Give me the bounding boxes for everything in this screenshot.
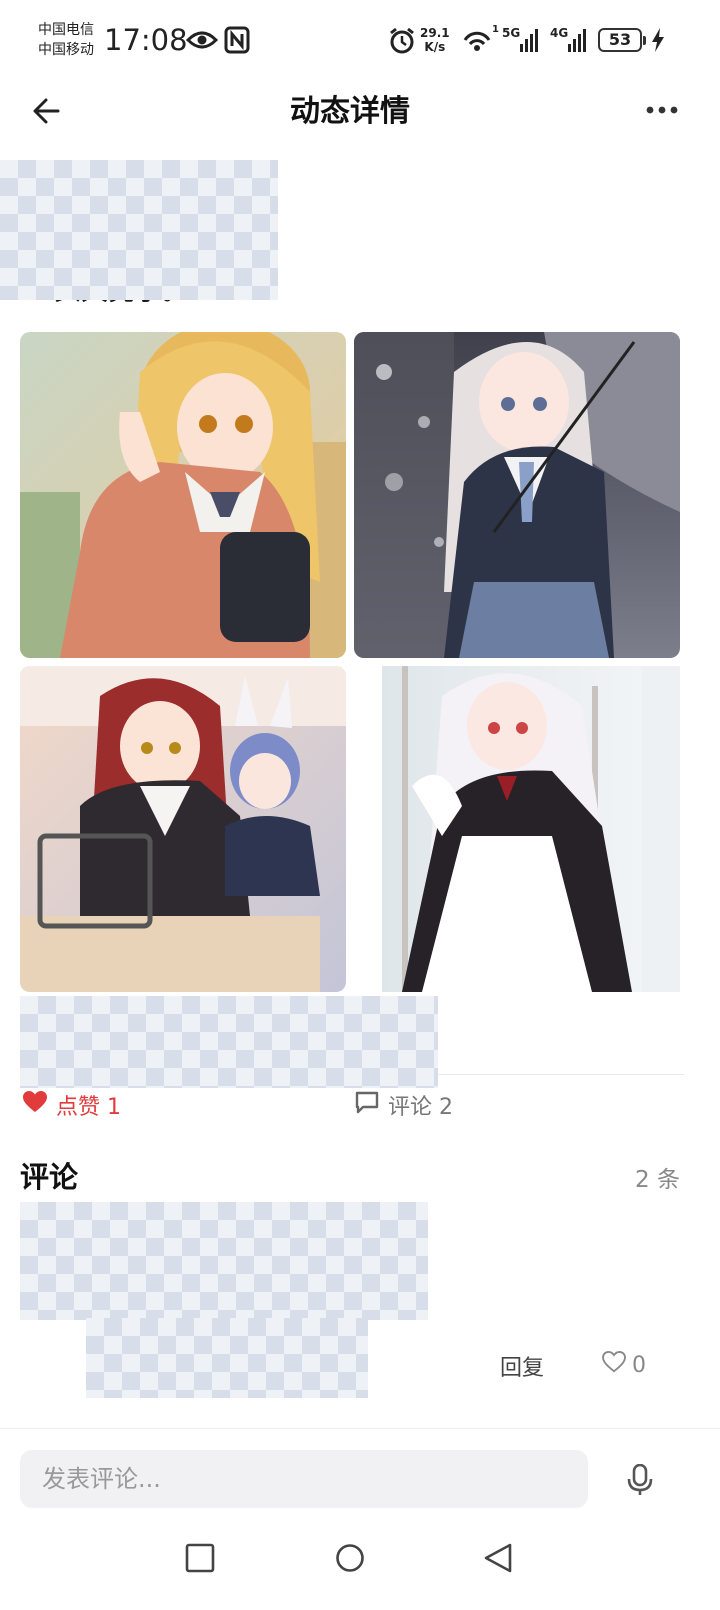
divider [438,1074,684,1075]
battery-icon: 53 [598,28,646,52]
post-image-3[interactable] [20,666,346,992]
comment-label: 评论 2 [388,1095,453,1120]
triangle-back-icon [483,1542,513,1578]
page-title: 动态详情 [290,94,410,129]
post-meta-censored [20,996,438,1088]
comment-author-censored [20,1202,428,1320]
net-speed: 29.1 K/s [420,26,450,54]
square-icon [185,1543,215,1577]
carrier-2: 中国移动 [38,42,94,58]
signal-icon-2 [568,28,586,52]
carrier-1: 中国电信 [38,22,94,38]
comment-button[interactable]: 评论 2 [354,1088,453,1122]
comment-input[interactable] [20,1450,588,1508]
wifi-sup: 1 [492,24,499,35]
nav-back-button[interactable] [468,1530,528,1590]
status-time: 17:08 [104,23,188,57]
nav-home-button[interactable] [320,1530,380,1590]
comments-count: 2 条 [635,1167,680,1193]
microphone-icon[interactable] [626,1463,654,1500]
heart-outline-icon [602,1350,626,1379]
like-button[interactable]: 点赞 1 [22,1088,121,1122]
author-mosaic-overlay [0,160,278,300]
comment-like-count: 0 [632,1352,646,1378]
wifi-icon [462,28,492,56]
system-nav-bar [0,1520,720,1610]
charging-icon [651,28,665,56]
post-image-2[interactable] [354,332,680,658]
comment-text-censored [86,1318,368,1398]
top-app-bar: 动态详情 [0,80,720,140]
post-image-4[interactable] [382,666,680,992]
nav-recents-button[interactable] [170,1530,230,1590]
signal-label-5g: 5G [502,26,521,40]
comment-like-button[interactable]: 0 [602,1350,646,1380]
carrier-names: 中国电信 中国移动 [38,20,94,60]
circle-icon [335,1543,365,1577]
like-label: 点赞 1 [56,1095,121,1120]
signal-icon [520,28,538,52]
nfc-icon [224,26,250,58]
comment-input-bar [0,1430,720,1520]
comments-heading: 评论 [20,1160,79,1194]
alarm-icon [388,27,416,59]
eye-icon [185,28,219,56]
post-image-1[interactable] [20,332,346,658]
divider-input [0,1428,720,1429]
more-dots-icon[interactable] [644,102,680,118]
reply-button[interactable]: 回复 [500,1350,544,1382]
signal-label-4g: 4G [550,26,569,40]
status-bar: 中国电信 中国移动 17:08 29.1 K/s 1 5G 4G 53 [0,0,720,80]
comment-bubble-icon [354,1090,380,1120]
heart-filled-icon [22,1090,48,1120]
